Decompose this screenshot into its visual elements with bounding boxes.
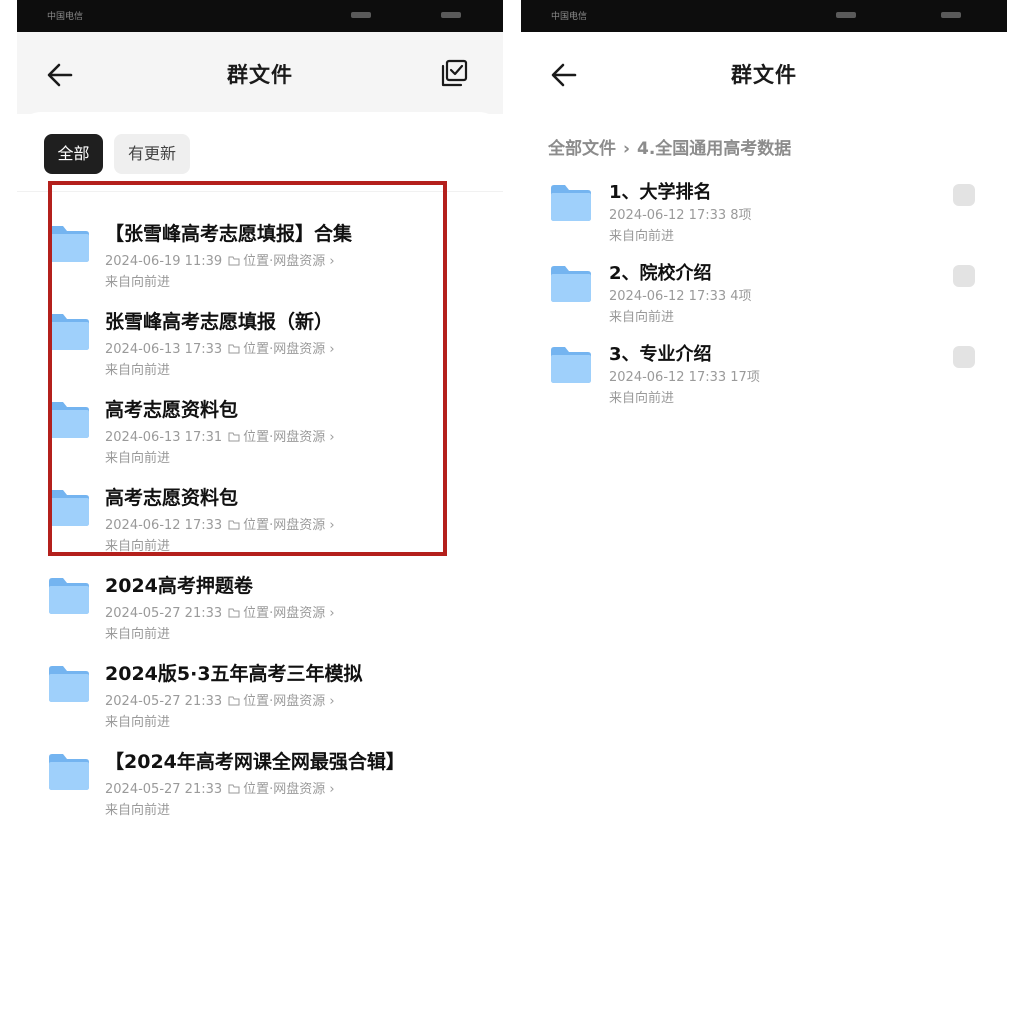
file-name: 高考志愿资料包 <box>105 487 239 509</box>
folder-uploader: 来自向前进 <box>609 391 675 406</box>
folder-list: 1、大学排名 2024-06-12 17:33 8项 来自向前进 2、院校介绍 2024… <box>521 166 1007 409</box>
chevron-right-icon: › <box>325 694 335 709</box>
page-title: 群文件 <box>227 63 293 87</box>
file-row[interactable]: 张雪峰高考志愿填报（新） 2024-06-13 17:33 位置·网盘资源 › 来自向… <box>17 284 503 378</box>
folder-meta: 2024-06-12 17:33 4项 <box>609 289 752 304</box>
header-bar: 群文件 <box>17 32 503 114</box>
file-location[interactable]: 位置·网盘资源 <box>243 342 325 357</box>
folder-meta: 2024-06-12 17:33 8项 <box>609 208 752 223</box>
file-meta: 2024-05-27 21:33 位置·网盘资源 › <box>105 690 335 709</box>
file-row[interactable]: 2024版5·3五年高考三年模拟 2024-05-27 21:33 位置·网盘资源 … <box>17 636 503 730</box>
folder-outline-icon <box>228 520 240 530</box>
folder-icon <box>47 487 91 527</box>
chevron-right-icon: › <box>325 430 335 445</box>
file-time: 2024-05-27 21:33 <box>105 782 223 797</box>
file-location[interactable]: 位置·网盘资源 <box>243 254 325 269</box>
folder-icon <box>549 263 593 303</box>
file-list: 【张雪峰高考志愿填报】合集 2024-06-19 11:39 位置·网盘资源 › 来自… <box>17 196 503 818</box>
folder-icon <box>549 344 593 384</box>
file-row[interactable]: 高考志愿资料包 2024-06-12 17:33 位置·网盘资源 › 来自向前进 <box>17 460 503 554</box>
folder-name: 2、院校介绍 <box>609 263 712 284</box>
right-screen: 中国电信 群文件 全部文件 › 4.全国通用高考数据 1、大学排名 2024-06-1… <box>521 0 1007 1024</box>
file-name: 2024高考押题卷 <box>105 575 253 597</box>
file-row[interactable]: 【张雪峰高考志愿填报】合集 2024-06-19 11:39 位置·网盘资源 › 来自… <box>17 196 503 290</box>
folder-uploader: 来自向前进 <box>609 310 675 325</box>
chevron-right-icon: › <box>325 254 335 269</box>
chevron-right-icon: › <box>325 606 335 621</box>
file-location[interactable]: 位置·网盘资源 <box>243 694 325 709</box>
file-time: 2024-06-13 17:33 <box>105 342 223 357</box>
folder-outline-icon <box>228 344 240 354</box>
signal-icon <box>351 12 371 18</box>
folder-row[interactable]: 2、院校介绍 2024-06-12 17:33 4项 来自向前进 <box>521 247 1007 328</box>
breadcrumb-root[interactable]: 全部文件 <box>548 139 616 159</box>
chevron-right-icon: › <box>623 139 631 159</box>
file-meta: 2024-05-27 21:33 位置·网盘资源 › <box>105 602 335 621</box>
header-bar: 群文件 <box>521 32 1007 114</box>
file-row[interactable]: 2024高考押题卷 2024-05-27 21:33 位置·网盘资源 › 来自向前进 <box>17 548 503 642</box>
file-meta: 2024-05-27 21:33 位置·网盘资源 › <box>105 778 335 797</box>
file-meta: 2024-06-12 17:33 位置·网盘资源 › <box>105 514 335 533</box>
file-name: 【张雪峰高考志愿填报】合集 <box>105 223 353 245</box>
file-meta: 2024-06-13 17:33 位置·网盘资源 › <box>105 338 335 357</box>
file-time: 2024-05-27 21:33 <box>105 606 223 621</box>
folder-icon <box>47 399 91 439</box>
folder-row[interactable]: 3、专业介绍 2024-06-12 17:33 17项 来自向前进 <box>521 328 1007 409</box>
file-location[interactable]: 位置·网盘资源 <box>243 430 325 445</box>
file-meta: 2024-06-13 17:31 位置·网盘资源 › <box>105 426 335 445</box>
status-bar: 中国电信 <box>17 0 503 32</box>
folder-icon <box>47 311 91 351</box>
folder-outline-icon <box>228 696 240 706</box>
file-location[interactable]: 位置·网盘资源 <box>243 606 325 621</box>
file-meta: 2024-06-19 11:39 位置·网盘资源 › <box>105 250 335 269</box>
filter-updated-tab[interactable]: 有更新 <box>114 134 190 174</box>
folder-outline-icon <box>228 784 240 794</box>
folder-row[interactable]: 1、大学排名 2024-06-12 17:33 8项 来自向前进 <box>521 166 1007 247</box>
file-name: 【2024年高考网课全网最强合辑】 <box>105 751 405 773</box>
folder-outline-icon <box>228 432 240 442</box>
folder-uploader: 来自向前进 <box>609 229 675 244</box>
folder-icon <box>47 223 91 263</box>
select-checkbox[interactable] <box>953 184 975 206</box>
file-name: 高考志愿资料包 <box>105 399 239 421</box>
folder-name: 1、大学排名 <box>609 182 712 203</box>
left-screen: 中国电信 群文件 全部 有更新 【张雪峰高考志愿填报】合集 2024-06-19 … <box>17 0 503 1024</box>
select-checkbox[interactable] <box>953 346 975 368</box>
carrier-label: 中国电信 <box>47 12 84 22</box>
file-location[interactable]: 位置·网盘资源 <box>243 782 325 797</box>
folder-icon <box>549 182 593 222</box>
filter-all-tab[interactable]: 全部 <box>44 134 103 174</box>
file-uploader: 来自向前进 <box>105 803 171 818</box>
breadcrumb: 全部文件 › 4.全国通用高考数据 <box>548 134 791 159</box>
folder-icon <box>47 575 91 615</box>
select-checkbox[interactable] <box>953 265 975 287</box>
file-time: 2024-05-27 21:33 <box>105 694 223 709</box>
battery-icon <box>441 12 461 18</box>
file-time: 2024-06-19 11:39 <box>105 254 223 269</box>
battery-icon <box>941 12 961 18</box>
file-time: 2024-06-12 17:33 <box>105 518 223 533</box>
folder-icon <box>47 663 91 703</box>
chevron-right-icon: › <box>325 342 335 357</box>
carrier-label: 中国电信 <box>551 12 588 22</box>
folder-outline-icon <box>228 256 240 266</box>
file-time: 2024-06-13 17:31 <box>105 430 223 445</box>
page-title: 群文件 <box>731 63 797 87</box>
file-name: 张雪峰高考志愿填报（新） <box>105 311 334 333</box>
folder-name: 3、专业介绍 <box>609 344 712 365</box>
folder-meta: 2024-06-12 17:33 17项 <box>609 370 760 385</box>
signal-icon <box>836 12 856 18</box>
breadcrumb-current: 4.全国通用高考数据 <box>637 139 792 159</box>
status-bar: 中国电信 <box>521 0 1007 32</box>
multi-select-icon[interactable] <box>439 58 469 88</box>
folder-outline-icon <box>228 608 240 618</box>
chevron-right-icon: › <box>325 782 335 797</box>
filter-tabs: 全部 有更新 <box>17 112 503 192</box>
file-row[interactable]: 【2024年高考网课全网最强合辑】 2024-05-27 21:33 位置·网盘资源… <box>17 724 503 818</box>
file-location[interactable]: 位置·网盘资源 <box>243 518 325 533</box>
file-name: 2024版5·3五年高考三年模拟 <box>105 663 363 685</box>
chevron-right-icon: › <box>325 518 335 533</box>
folder-icon <box>47 751 91 791</box>
file-row[interactable]: 高考志愿资料包 2024-06-13 17:31 位置·网盘资源 › 来自向前进 <box>17 372 503 466</box>
